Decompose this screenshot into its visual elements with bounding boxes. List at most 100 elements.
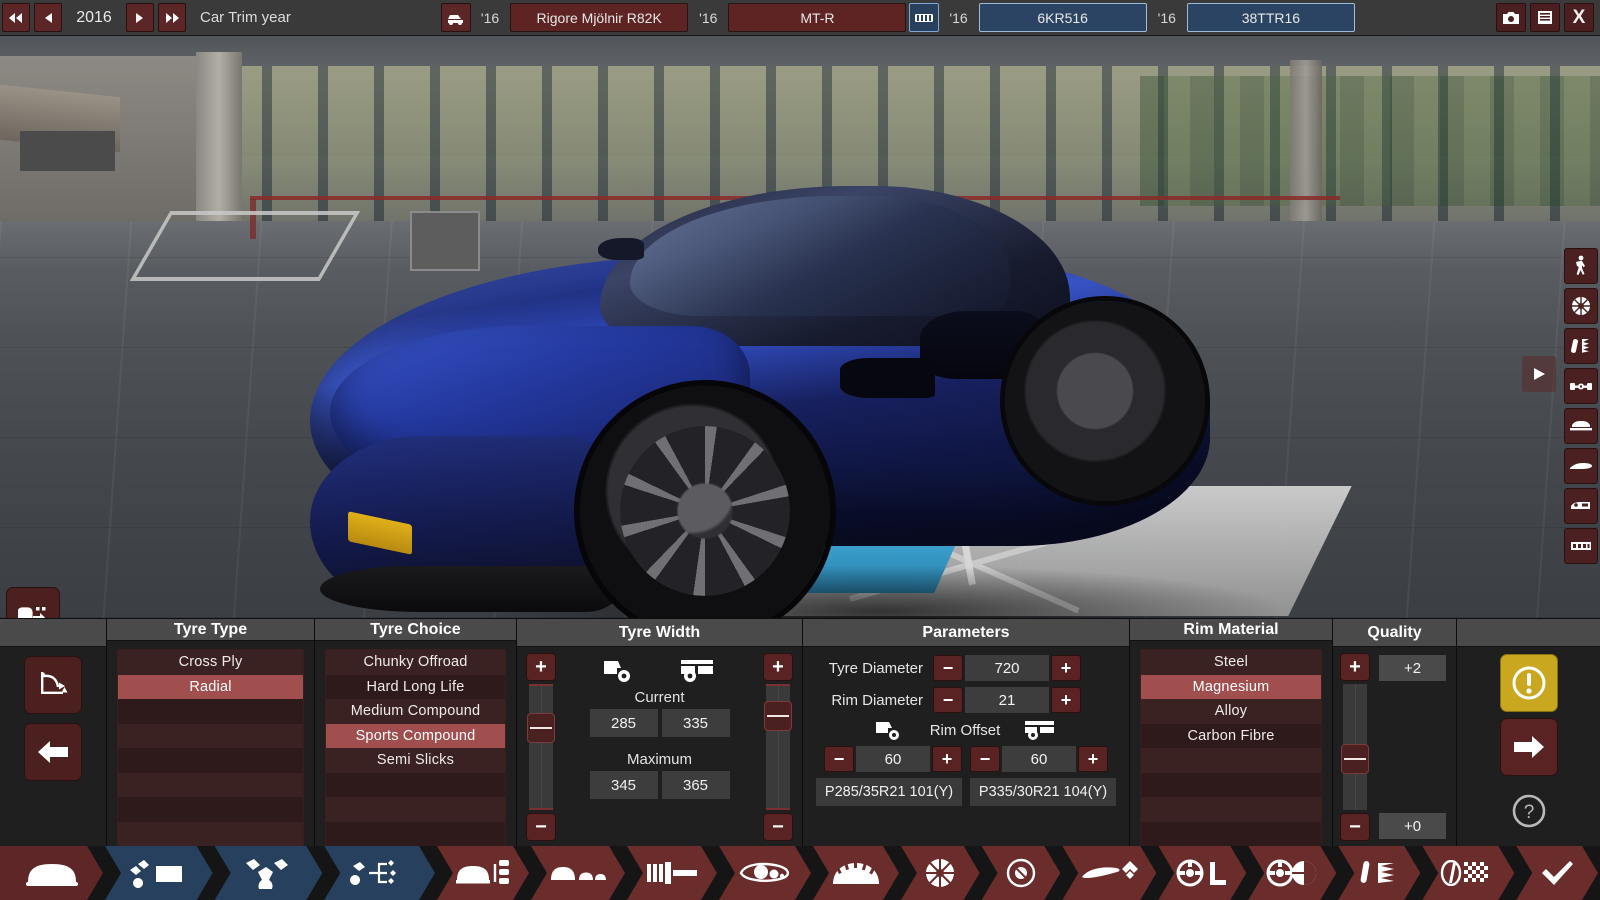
list-item-empty[interactable] [1141, 797, 1321, 822]
list-item[interactable]: Hard Long Life [326, 675, 505, 700]
car-side-icon[interactable] [1564, 448, 1598, 484]
rear-offset-increase-button[interactable]: + [1078, 746, 1108, 772]
rear-width-increase-button[interactable]: + [763, 653, 793, 681]
front-width-track[interactable] [529, 684, 553, 810]
tab-lights[interactable] [719, 846, 811, 900]
list-item[interactable]: Semi Slicks [326, 748, 505, 773]
list-item-empty[interactable] [1141, 773, 1321, 798]
car-viewport-3d[interactable] [0, 36, 1600, 618]
tab-confirm[interactable] [1516, 846, 1598, 900]
list-item-empty[interactable] [326, 773, 505, 798]
axle-icon[interactable] [1564, 368, 1598, 404]
quality-thumb[interactable] [1341, 744, 1369, 774]
list-item-empty[interactable] [118, 822, 303, 847]
list-item-selected[interactable]: Radial [118, 675, 303, 700]
list-item-selected[interactable]: Sports Compound [326, 724, 505, 749]
forward-arrow-icon[interactable] [1500, 718, 1558, 776]
grid-icon[interactable] [1564, 528, 1598, 564]
list-item-empty[interactable] [118, 773, 303, 798]
previous-year-button[interactable] [34, 3, 62, 32]
list-item[interactable]: Medium Compound [326, 699, 505, 724]
list-item-empty[interactable] [118, 724, 303, 749]
play-icon[interactable] [1522, 356, 1556, 392]
tyre-diameter-increase-button[interactable]: + [1051, 655, 1081, 681]
next-year-button[interactable] [126, 3, 154, 32]
list-item-empty[interactable] [118, 748, 303, 773]
tab-suspension-setup[interactable] [1062, 846, 1156, 900]
tyre-choice-list[interactable]: Chunky Offroad Hard Long Life Medium Com… [325, 649, 506, 847]
camera-icon[interactable] [1496, 3, 1526, 32]
help-icon[interactable]: ? [1500, 782, 1558, 840]
variant-name-field[interactable]: 38TTR16 [1187, 3, 1355, 32]
variant-year: '16 [1149, 0, 1185, 35]
quality-increase-button[interactable]: + [1340, 653, 1370, 681]
front-width-thumb[interactable] [527, 713, 555, 743]
list-item[interactable]: Chunky Offroad [326, 650, 505, 675]
close-icon[interactable]: X [1564, 3, 1594, 32]
rim-diameter-increase-button[interactable]: + [1051, 687, 1081, 713]
rear-width-track[interactable] [766, 684, 790, 810]
list-item-empty[interactable] [118, 699, 303, 724]
list-item[interactable]: Cross Ply [118, 650, 303, 675]
car-interior-icon[interactable] [1564, 488, 1598, 524]
quality-track[interactable] [1343, 684, 1367, 810]
rear-offset-decrease-button[interactable]: − [970, 746, 1000, 772]
toggle-panel-icon[interactable] [6, 587, 60, 618]
tab-springs[interactable] [1338, 846, 1420, 900]
wheel-icon[interactable] [1564, 288, 1598, 324]
front-width-decrease-button[interactable]: − [526, 813, 556, 841]
tab-rim-design[interactable] [901, 846, 980, 900]
car-icon[interactable] [441, 3, 471, 32]
last-year-button[interactable] [158, 3, 186, 32]
quality-slider[interactable]: + − [1339, 653, 1371, 841]
tab-paint[interactable] [627, 846, 717, 900]
warning-icon[interactable] [1500, 654, 1558, 712]
tab-aero[interactable] [813, 846, 899, 900]
quality-decrease-button[interactable]: − [1340, 813, 1370, 841]
first-year-button[interactable] [2, 3, 30, 32]
tab-testing[interactable] [1422, 846, 1514, 900]
graph-icon[interactable] [24, 656, 82, 714]
tab-chassis-material[interactable] [215, 846, 323, 900]
list-item-empty[interactable] [1141, 748, 1321, 773]
editor-panel: Tyre Type Cross Ply Radial Tyre Choice [0, 618, 1600, 846]
list-item[interactable]: Steel [1141, 650, 1321, 675]
front-offset-decrease-button[interactable]: − [824, 746, 854, 772]
list-item-empty[interactable] [1141, 822, 1321, 847]
tab-body-variants[interactable] [531, 846, 625, 900]
car-front-icon[interactable] [1564, 408, 1598, 444]
car-model[interactable] [300, 96, 1240, 618]
tab-chassis[interactable] [105, 846, 213, 900]
list-item-empty[interactable] [326, 822, 505, 847]
rear-width-slider[interactable]: + − [762, 653, 794, 841]
tab-brakes[interactable] [982, 846, 1061, 900]
rim-material-list[interactable]: Steel Magnesium Alloy Carbon Fibre [1140, 649, 1322, 847]
block-name-field[interactable]: 6KR516 [979, 3, 1147, 32]
list-item[interactable]: Carbon Fibre [1141, 724, 1321, 749]
back-arrow-icon[interactable] [24, 723, 82, 781]
list-icon[interactable] [1530, 3, 1560, 32]
engine-name-field[interactable]: MT-R [728, 3, 906, 32]
car-name-field[interactable]: Rigore Mjölnir R82K [510, 3, 688, 32]
tyre-type-list[interactable]: Cross Ply Radial [117, 649, 304, 847]
tab-tyres-rims[interactable] [437, 846, 529, 900]
list-item-empty[interactable] [118, 797, 303, 822]
rim-diameter-decrease-button[interactable]: − [933, 687, 963, 713]
tyre-diameter-decrease-button[interactable]: − [933, 655, 963, 681]
engine-block-icon[interactable] [909, 3, 939, 32]
rear-width-decrease-button[interactable]: − [763, 813, 793, 841]
tab-steering[interactable] [1158, 846, 1246, 900]
car-rear-wheel [1005, 301, 1205, 501]
list-item-empty[interactable] [326, 797, 505, 822]
tab-car-body[interactable] [0, 846, 103, 900]
rear-width-thumb[interactable] [764, 701, 792, 731]
front-offset-increase-button[interactable]: + [932, 746, 962, 772]
front-width-slider[interactable]: + − [525, 653, 557, 841]
list-item[interactable]: Alloy [1141, 699, 1321, 724]
list-item-selected[interactable]: Magnesium [1141, 675, 1321, 700]
front-width-increase-button[interactable]: + [526, 653, 556, 681]
tab-drivetrain[interactable] [1248, 846, 1336, 900]
suspension-icon[interactable] [1564, 328, 1598, 364]
pedestrian-icon[interactable] [1564, 248, 1598, 284]
tab-chassis-layout[interactable] [324, 846, 435, 900]
